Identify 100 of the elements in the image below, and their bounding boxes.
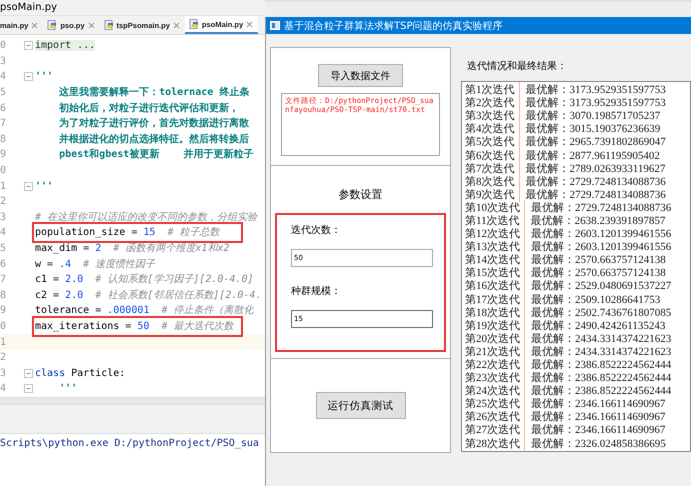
best-solution: 最优解：2638.239391897857 — [524, 212, 666, 228]
best-solution: 最优解：3173.9529351597753 — [518, 95, 666, 110]
best-solution: 最优解：2490.424261135243 — [524, 318, 666, 333]
window-title: 基于混合粒子群算法求解TSP问题的仿真实验程序 — [284, 20, 502, 32]
iteration-label: 第14次迭代 — [465, 253, 521, 267]
console-output: Scripts\python.exe D:/pythonProject/PSO_sua — [0, 437, 260, 449]
line-number: 9 — [0, 305, 8, 316]
close-icon[interactable] — [172, 22, 180, 28]
best-solution: 最优解：2603.1201399461556 — [524, 239, 672, 254]
best-solution: 最优解：3070.198571705237 — [518, 108, 660, 124]
iteration-label: 第18次迭代 — [465, 306, 521, 320]
python-file-icon — [104, 20, 114, 30]
best-solution: 最优解：2346.166114690967 — [524, 422, 666, 438]
iteration-label: 第25次迭代 — [465, 397, 521, 411]
code-line: population_size = 15 # 粒子总数 — [35, 225, 240, 240]
iteration-label: 第8次迭代 — [465, 174, 516, 189]
best-solution: 最优解：2877.961195905402 — [518, 148, 660, 163]
line-number: 2 — [0, 196, 8, 208]
code-line: max_iterations = 50 # 最大迭代次数 — [35, 318, 240, 334]
iteration-label: 第4次迭代 — [465, 122, 516, 136]
close-icon[interactable] — [88, 22, 95, 28]
iteration-label: 第10次迭代 — [465, 200, 521, 215]
line-number: 6 — [0, 258, 8, 270]
code-line: 为了对粒子进行评价，首先对数据进行离散 — [58, 117, 250, 130]
line-number: 3 — [0, 212, 8, 223]
line-number: 4 — [0, 383, 8, 394]
line-number: 7 — [0, 118, 8, 130]
best-solution: 最优解：2326.024858386695 — [524, 436, 666, 451]
python-file-icon — [188, 19, 199, 29]
iteration-label: 第16次迭代 — [465, 279, 521, 294]
iteration-label: 第19次迭代 — [465, 318, 521, 333]
line-number: 1 — [0, 336, 8, 348]
iteration-label: 第13次迭代 — [465, 240, 521, 254]
results-label: 迭代情况和最终结果： — [467, 61, 567, 72]
code-line: c1 = 2.0 # 认知系数[学习因子][2.0-4.0] — [35, 273, 254, 286]
run-button[interactable]: 运行仿真测试 — [316, 392, 406, 419]
best-solution: 最优解：2603.1201399461556 — [524, 226, 672, 242]
iteration-label: 第1次迭代 — [465, 83, 516, 97]
best-solution: 最优解：2434.3314374221623 — [524, 344, 672, 359]
line-number: 1 — [0, 180, 8, 192]
line-number: 3 — [0, 56, 8, 67]
code-line: 初始化后，对粒子进行迭代评估和更新， — [58, 102, 240, 115]
code-line: class Particle: — [35, 366, 126, 380]
iteration-label: 第11次迭代 — [465, 214, 521, 228]
close-icon[interactable] — [31, 22, 38, 28]
best-solution: 最优解：2346.166114690967 — [524, 396, 666, 412]
code-line: ''' — [58, 382, 78, 396]
file-title: psoMain.py — [0, 2, 57, 13]
best-solution: 最优解：2346.166114690967 — [524, 409, 666, 424]
iteration-label: 第23次迭代 — [465, 371, 521, 385]
iteration-label: 第24次迭代 — [465, 384, 521, 398]
best-solution: 最优解：2965.7391802869047 — [518, 134, 666, 150]
import-button[interactable]: 导入数据文件 — [318, 64, 403, 87]
line-number: 8 — [0, 134, 8, 145]
fold-icon[interactable] — [24, 368, 33, 378]
code-line: c2 = 2.0 # 社会系数[邻居信任系数][2.0-4. — [35, 288, 262, 302]
best-solution: 最优解：3015.190376236639 — [518, 121, 660, 136]
line-number: 7 — [0, 274, 8, 286]
line-number: 5 — [0, 243, 8, 254]
fold-icon[interactable] — [24, 72, 33, 82]
close-icon[interactable] — [246, 20, 254, 28]
line-number: 5 — [0, 87, 8, 98]
code-line: pbest和gbest被更新 并用于更新粒子 — [58, 148, 254, 162]
horizontal-scrollbar[interactable] — [0, 397, 265, 404]
iteration-label: 第2次迭代 — [465, 96, 516, 110]
iteration-label: 第7次迭代 — [465, 162, 516, 176]
best-solution: 最优解：2729.7248134088736 — [518, 186, 666, 202]
line-number: 8 — [0, 290, 8, 301]
line-number: 2 — [0, 352, 8, 364]
code-line: 这里我需要解释一下：tolernace 终止条 — [58, 86, 250, 100]
code-line: 并根据进化的切点选择特征。然后将转换后 — [58, 132, 250, 146]
best-solution: 最优解：2386.8522224562444 — [524, 383, 672, 398]
line-number: 6 — [0, 102, 8, 114]
code-line: max_dim = 2 # 函数有两个维度x1和x2 — [35, 242, 230, 256]
fold-icon[interactable] — [24, 41, 33, 50]
best-solution: 最优解：2386.8522224562444 — [524, 370, 672, 386]
best-solution: 最优解：2789.0263933119627 — [518, 160, 666, 176]
line-number: 4 — [0, 71, 8, 82]
fold-icon[interactable] — [24, 182, 33, 191]
iteration-label: 第26次迭代 — [465, 410, 521, 424]
code-line: w = .4 # 速度惯性因子 — [35, 258, 156, 271]
best-solution: 最优解：2570.663757124138 — [524, 265, 666, 280]
line-number: 9 — [0, 149, 8, 160]
best-solution: 最优解：2529.0480691537227 — [524, 278, 672, 294]
line-number: 0 — [0, 40, 8, 52]
best-solution: 最优解：2729.7248134088736 — [518, 174, 666, 189]
line-number: 0 — [0, 165, 8, 176]
iteration-label: 第21次迭代 — [465, 344, 521, 359]
line-number: 4 — [0, 227, 8, 238]
line-number: 0 — [0, 320, 8, 332]
python-file-icon — [47, 20, 58, 30]
fold-icon[interactable] — [24, 384, 33, 394]
code-line: ''' — [35, 70, 54, 84]
section-title: 参数设置 — [338, 187, 382, 202]
iteration-label: 第20次迭代 — [465, 332, 521, 346]
best-solution: 最优解：2509.10286641753 — [524, 292, 660, 307]
field-label: 迭代次数： — [291, 224, 341, 237]
best-solution: 最优解：2386.8522224562444 — [524, 357, 672, 372]
window-icon — [270, 21, 280, 30]
code-line: tolerance = .000001 # 停止条件（离散化 — [35, 304, 254, 318]
